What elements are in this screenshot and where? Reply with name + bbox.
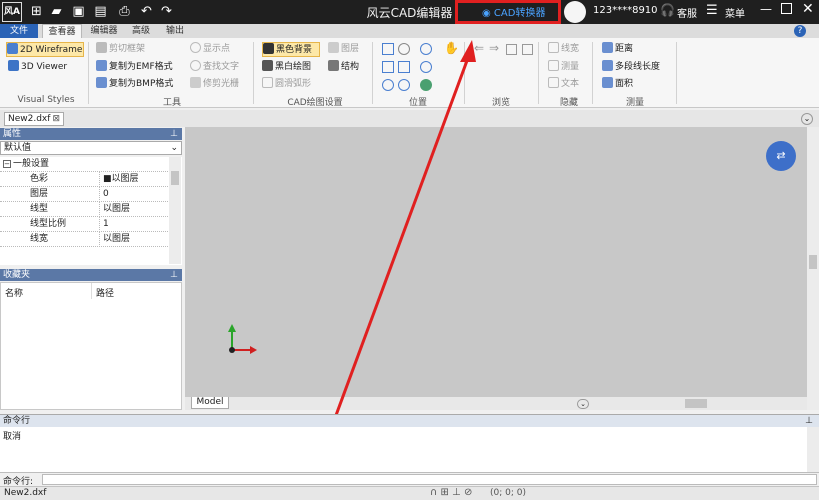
status-coords: (0; 0; 0): [490, 488, 526, 498]
status-file: New2.dxf: [4, 488, 47, 498]
command-scrollbar[interactable]: [807, 427, 819, 473]
command-panel: 命令行 ⊥ 取消: [0, 414, 819, 473]
command-input[interactable]: [42, 474, 817, 485]
pin-icon[interactable]: ⊥: [805, 415, 813, 427]
command-header: 命令行 ⊥: [0, 415, 819, 427]
command-line: 命令行:: [0, 472, 819, 487]
command-output: 取消: [3, 432, 22, 442]
command-title: 命令行: [3, 416, 31, 426]
status-bar: New2.dxf ∩ ⊞ ⊥ ⊘ (0; 0; 0): [0, 486, 819, 500]
snap-icons[interactable]: ∩ ⊞ ⊥ ⊘: [430, 487, 472, 498]
